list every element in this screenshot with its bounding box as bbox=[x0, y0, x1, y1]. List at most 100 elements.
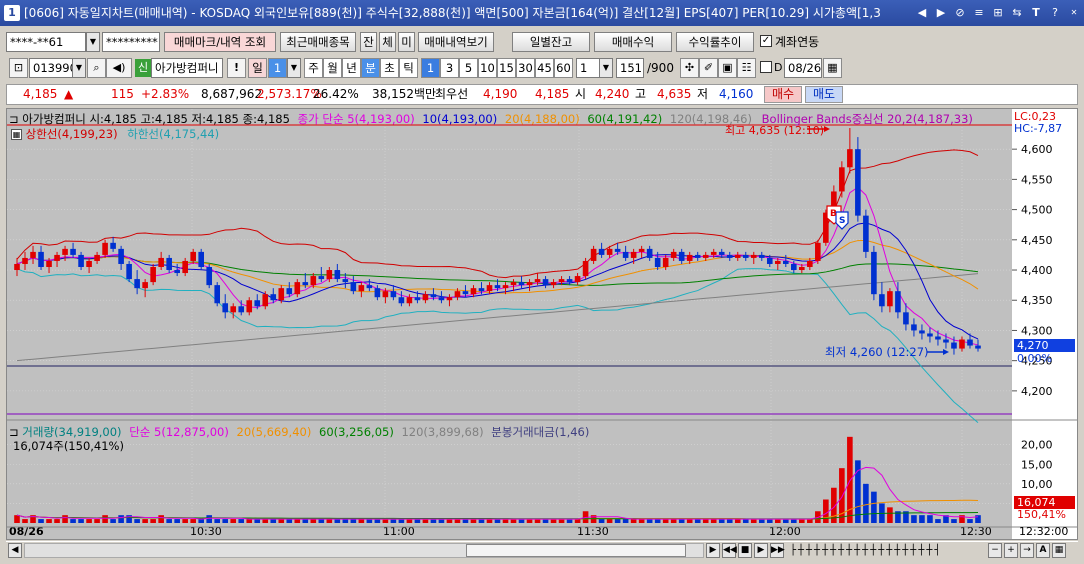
date-input[interactable]: 08/26 bbox=[784, 58, 822, 78]
volume-bar bbox=[22, 519, 28, 523]
last-icon[interactable]: ▶▶ bbox=[770, 543, 785, 558]
legend-vol5: 5(12,875,00) bbox=[154, 425, 229, 439]
volume-bar bbox=[14, 515, 20, 523]
account-dropdown-icon[interactable]: ▼ bbox=[86, 32, 100, 52]
volume-bar bbox=[558, 519, 565, 523]
unfilled-button[interactable]: 미 bbox=[398, 32, 415, 52]
minute-opt-60[interactable]: 60 bbox=[554, 58, 573, 78]
settings-icon[interactable]: ☷ bbox=[737, 58, 756, 78]
next-icon[interactable]: ▶ bbox=[933, 5, 949, 21]
period-value[interactable]: 1 bbox=[268, 58, 287, 78]
layout-icon[interactable]: ⊡ bbox=[9, 58, 28, 78]
calendar-icon[interactable]: ▦ bbox=[823, 58, 842, 78]
chart-area[interactable]: 4,600 4,550 4,500 4,450 4,400 4,350 4,300 4,250… bbox=[6, 108, 1078, 540]
arrow-icon[interactable]: → bbox=[1020, 543, 1034, 558]
candle-body bbox=[198, 251, 204, 267]
minute-opt-30[interactable]: 30 bbox=[516, 58, 535, 78]
scroll-thumb[interactable] bbox=[466, 544, 686, 557]
volume-bar bbox=[134, 519, 140, 523]
alert-icon[interactable]: ! bbox=[227, 58, 246, 78]
close-icon[interactable]: ✕ bbox=[1066, 5, 1082, 21]
help-icon[interactable]: ? bbox=[1047, 5, 1063, 21]
volume-bar bbox=[782, 519, 789, 523]
volume-bar bbox=[222, 519, 229, 523]
text-icon[interactable]: T bbox=[1028, 5, 1044, 21]
password-input[interactable]: ********* bbox=[102, 32, 160, 52]
period-second[interactable]: 초 bbox=[380, 58, 399, 78]
minute-opt-3[interactable]: 3 bbox=[440, 58, 459, 78]
stop-icon[interactable]: ■ bbox=[738, 543, 752, 558]
candle-body bbox=[630, 251, 637, 258]
prev-icon[interactable]: ◀ bbox=[914, 5, 930, 21]
zoom-out-icon[interactable]: − bbox=[988, 543, 1002, 558]
volume-bar bbox=[742, 519, 749, 523]
period-minute[interactable]: 분 bbox=[361, 58, 380, 78]
first-icon[interactable]: ◀◀ bbox=[722, 543, 737, 558]
minute-select[interactable]: 1 bbox=[576, 58, 600, 78]
account-link-checkbox[interactable]: ✓ bbox=[760, 35, 772, 47]
candle-body bbox=[502, 285, 509, 289]
trade-profit-button[interactable]: 매매수익 bbox=[594, 32, 672, 52]
volume-bar bbox=[182, 519, 188, 523]
zoom-slider[interactable]: ├┼┼┼┼┼┼┼┼┼┼┼┼┼┼┼┼┼┤ bbox=[790, 544, 986, 557]
zoom-in-icon[interactable]: + bbox=[1004, 543, 1018, 558]
minute-opt-10[interactable]: 10 bbox=[478, 58, 497, 78]
volume-bar bbox=[799, 519, 805, 523]
period-dropdown-icon[interactable]: ▼ bbox=[287, 58, 301, 78]
volume-bar bbox=[638, 519, 645, 523]
candle-body bbox=[278, 288, 285, 301]
grid-toggle-icon[interactable]: ▦ bbox=[11, 129, 22, 140]
menu-icon[interactable]: ≡ bbox=[971, 5, 987, 21]
volume-bar bbox=[614, 519, 621, 523]
sell-button[interactable]: 매도 bbox=[805, 86, 843, 103]
candle-body bbox=[750, 254, 757, 258]
bottom-scrollbar[interactable]: ◀ ▶ ◀◀ ■ ▶ ▶▶ ├┼┼┼┼┼┼┼┼┼┼┼┼┼┼┼┼┼┤ − + → … bbox=[6, 541, 1078, 559]
minute-opt-5[interactable]: 5 bbox=[459, 58, 478, 78]
code-dropdown-icon[interactable]: ▼ bbox=[72, 58, 86, 78]
volume-bar bbox=[478, 519, 485, 523]
date-checkbox[interactable] bbox=[760, 61, 772, 73]
volume-bar bbox=[975, 515, 981, 523]
stock-code-input[interactable]: 013990 bbox=[29, 58, 73, 78]
save-icon[interactable]: ▣ bbox=[718, 58, 737, 78]
volume-bar bbox=[542, 519, 549, 523]
expand-icon[interactable]: ▦ bbox=[1052, 543, 1066, 558]
buy-button[interactable]: 매수 bbox=[764, 86, 802, 103]
scroll-right-icon[interactable]: ▶ bbox=[706, 543, 720, 558]
count-input[interactable]: 151 bbox=[616, 58, 644, 78]
draw-icon[interactable]: ✐ bbox=[699, 58, 718, 78]
period-day[interactable]: 일 bbox=[248, 58, 267, 78]
balance-button[interactable]: 잔 bbox=[360, 32, 377, 52]
account-input[interactable]: ****-**61 bbox=[6, 32, 86, 52]
period-tick[interactable]: 틱 bbox=[399, 58, 418, 78]
minute-opt-1[interactable]: 1 bbox=[421, 58, 440, 78]
minute-opt-15[interactable]: 15 bbox=[497, 58, 516, 78]
candle-body bbox=[222, 303, 229, 313]
price-chart[interactable]: 4,6004,5504,5004,4504,4004,3504,3004,250… bbox=[7, 109, 1077, 539]
window-icon[interactable]: ⊞ bbox=[990, 5, 1006, 21]
crosshair-icon[interactable]: ✣ bbox=[680, 58, 699, 78]
play-icon[interactable]: ▶ bbox=[754, 543, 768, 558]
daily-balance-button[interactable]: 일별잔고 bbox=[512, 32, 590, 52]
scroll-left-icon[interactable]: ◀ bbox=[8, 543, 22, 558]
recent-trade-button[interactable]: 최근매매종목 bbox=[280, 32, 356, 52]
font-icon[interactable]: A bbox=[1036, 543, 1050, 558]
candle-body bbox=[638, 248, 645, 252]
trade-mark-button[interactable]: 매매마크/내역 조회 bbox=[164, 32, 276, 52]
period-month[interactable]: 월 bbox=[323, 58, 342, 78]
quote-bar: 4,185 ▲ 115 +2.83% 8,687,962 2,573.17% 2… bbox=[6, 84, 1078, 105]
swap-icon[interactable]: ⇆ bbox=[1009, 5, 1025, 21]
trade-amount: 38,152백만 bbox=[372, 87, 437, 101]
search-icon[interactable]: ⌕ bbox=[87, 58, 106, 78]
minute-opt-45[interactable]: 45 bbox=[535, 58, 554, 78]
speaker-icon[interactable]: ◀) bbox=[106, 58, 132, 78]
period-week[interactable]: 주 bbox=[304, 58, 323, 78]
volume-bar bbox=[166, 519, 172, 523]
period-year[interactable]: 년 bbox=[342, 58, 361, 78]
yield-trend-button[interactable]: 수익률추이 bbox=[676, 32, 754, 52]
view-trades-button[interactable]: 매매내역보기 bbox=[418, 32, 494, 52]
minute-dropdown-icon[interactable]: ▼ bbox=[599, 58, 613, 78]
block-icon[interactable]: ⊘ bbox=[952, 5, 968, 21]
volume-bar bbox=[566, 519, 573, 523]
filled-button[interactable]: 체 bbox=[379, 32, 396, 52]
